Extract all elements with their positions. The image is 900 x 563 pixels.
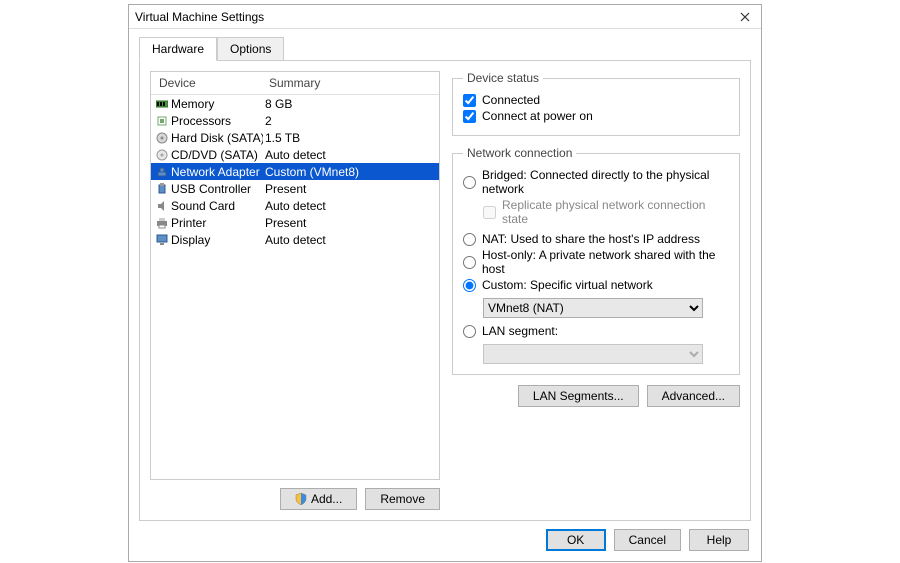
- bridged-label[interactable]: Bridged: Connected directly to the physi…: [482, 168, 729, 196]
- device-row[interactable]: CD/DVD (SATA)Auto detect: [151, 146, 439, 163]
- lan-segments-button[interactable]: LAN Segments...: [518, 385, 639, 407]
- cpu-icon: [155, 114, 169, 128]
- network-icon: [155, 165, 169, 179]
- remove-label: Remove: [380, 492, 425, 506]
- tab-panel: Device Summary Memory8 GBProcessors2Hard…: [139, 60, 751, 521]
- device-name: Hard Disk (SATA): [171, 131, 263, 145]
- replicate-label: Replicate physical network connection st…: [502, 198, 729, 226]
- lansegment-label[interactable]: LAN segment:: [482, 324, 558, 338]
- device-summary: 2: [263, 114, 439, 128]
- device-row[interactable]: Memory8 GB: [151, 95, 439, 112]
- nat-label[interactable]: NAT: Used to share the host's IP address: [482, 232, 700, 246]
- device-row[interactable]: USB ControllerPresent: [151, 180, 439, 197]
- device-name: Printer: [171, 216, 263, 230]
- nat-radio[interactable]: [463, 233, 476, 246]
- custom-vnet-select[interactable]: VMnet8 (NAT): [483, 298, 703, 318]
- device-row[interactable]: DisplayAuto detect: [151, 231, 439, 248]
- add-label: Add...: [311, 492, 342, 506]
- device-row[interactable]: Processors2: [151, 112, 439, 129]
- hostonly-radio[interactable]: [463, 256, 476, 269]
- network-connection-legend: Network connection: [463, 146, 576, 160]
- remove-button[interactable]: Remove: [365, 488, 440, 510]
- device-summary: Custom (VMnet8): [263, 165, 439, 179]
- uac-shield-icon: [295, 493, 307, 505]
- device-row[interactable]: PrinterPresent: [151, 214, 439, 231]
- device-summary: Auto detect: [263, 199, 439, 213]
- help-button[interactable]: Help: [689, 529, 749, 551]
- device-row[interactable]: Network AdapterCustom (VMnet8): [151, 163, 439, 180]
- cancel-button[interactable]: Cancel: [614, 529, 681, 551]
- dialog-footer: OK Cancel Help: [129, 521, 761, 561]
- tab-strip: Hardware Options: [129, 29, 761, 60]
- device-name: Processors: [171, 114, 263, 128]
- usb-icon: [155, 182, 169, 196]
- device-row[interactable]: Sound CardAuto detect: [151, 197, 439, 214]
- disk-icon: [155, 131, 169, 145]
- connect-poweron-label[interactable]: Connect at power on: [482, 109, 593, 123]
- device-summary: Auto detect: [263, 233, 439, 247]
- hostonly-label[interactable]: Host-only: A private network shared with…: [482, 248, 729, 276]
- add-button[interactable]: Add...: [280, 488, 357, 510]
- header-device: Device: [151, 72, 261, 94]
- sound-icon: [155, 199, 169, 213]
- header-summary: Summary: [261, 72, 439, 94]
- device-list-header: Device Summary: [151, 72, 439, 95]
- network-connection-group: Network connection Bridged: Connected di…: [452, 146, 740, 375]
- printer-icon: [155, 216, 169, 230]
- titlebar: Virtual Machine Settings: [129, 5, 761, 29]
- device-name: Display: [171, 233, 263, 247]
- device-summary: Auto detect: [263, 148, 439, 162]
- display-icon: [155, 233, 169, 247]
- device-name: CD/DVD (SATA): [171, 148, 263, 162]
- tab-hardware[interactable]: Hardware: [139, 37, 217, 61]
- vm-settings-dialog: Virtual Machine Settings Hardware Option…: [128, 4, 762, 562]
- device-status-legend: Device status: [463, 71, 543, 85]
- tab-options[interactable]: Options: [217, 37, 284, 60]
- device-row[interactable]: Hard Disk (SATA)1.5 TB: [151, 129, 439, 146]
- device-name: Memory: [171, 97, 263, 111]
- right-pane: Device status Connected Connect at power…: [452, 71, 740, 510]
- custom-label[interactable]: Custom: Specific virtual network: [482, 278, 653, 292]
- left-pane: Device Summary Memory8 GBProcessors2Hard…: [150, 71, 440, 510]
- device-rows: Memory8 GBProcessors2Hard Disk (SATA)1.5…: [151, 95, 439, 248]
- memory-icon: [155, 97, 169, 111]
- custom-radio[interactable]: [463, 279, 476, 292]
- device-list: Device Summary Memory8 GBProcessors2Hard…: [150, 71, 440, 480]
- device-status-group: Device status Connected Connect at power…: [452, 71, 740, 136]
- replicate-checkbox: [483, 206, 496, 219]
- connected-label[interactable]: Connected: [482, 93, 540, 107]
- close-button[interactable]: [735, 7, 755, 27]
- device-summary: Present: [263, 182, 439, 196]
- connected-checkbox[interactable]: [463, 94, 476, 107]
- device-name: Network Adapter: [171, 165, 263, 179]
- window-title: Virtual Machine Settings: [135, 10, 735, 24]
- connect-poweron-checkbox[interactable]: [463, 110, 476, 123]
- right-buttons: LAN Segments... Advanced...: [452, 385, 740, 407]
- bridged-radio[interactable]: [463, 176, 476, 189]
- ok-button[interactable]: OK: [546, 529, 606, 551]
- close-icon: [740, 12, 750, 22]
- device-summary: 1.5 TB: [263, 131, 439, 145]
- cd-icon: [155, 148, 169, 162]
- lansegment-select: [483, 344, 703, 364]
- device-summary: 8 GB: [263, 97, 439, 111]
- device-name: Sound Card: [171, 199, 263, 213]
- lansegment-radio[interactable]: [463, 325, 476, 338]
- advanced-button[interactable]: Advanced...: [647, 385, 740, 407]
- device-buttons: Add... Remove: [150, 480, 440, 510]
- device-summary: Present: [263, 216, 439, 230]
- device-name: USB Controller: [171, 182, 263, 196]
